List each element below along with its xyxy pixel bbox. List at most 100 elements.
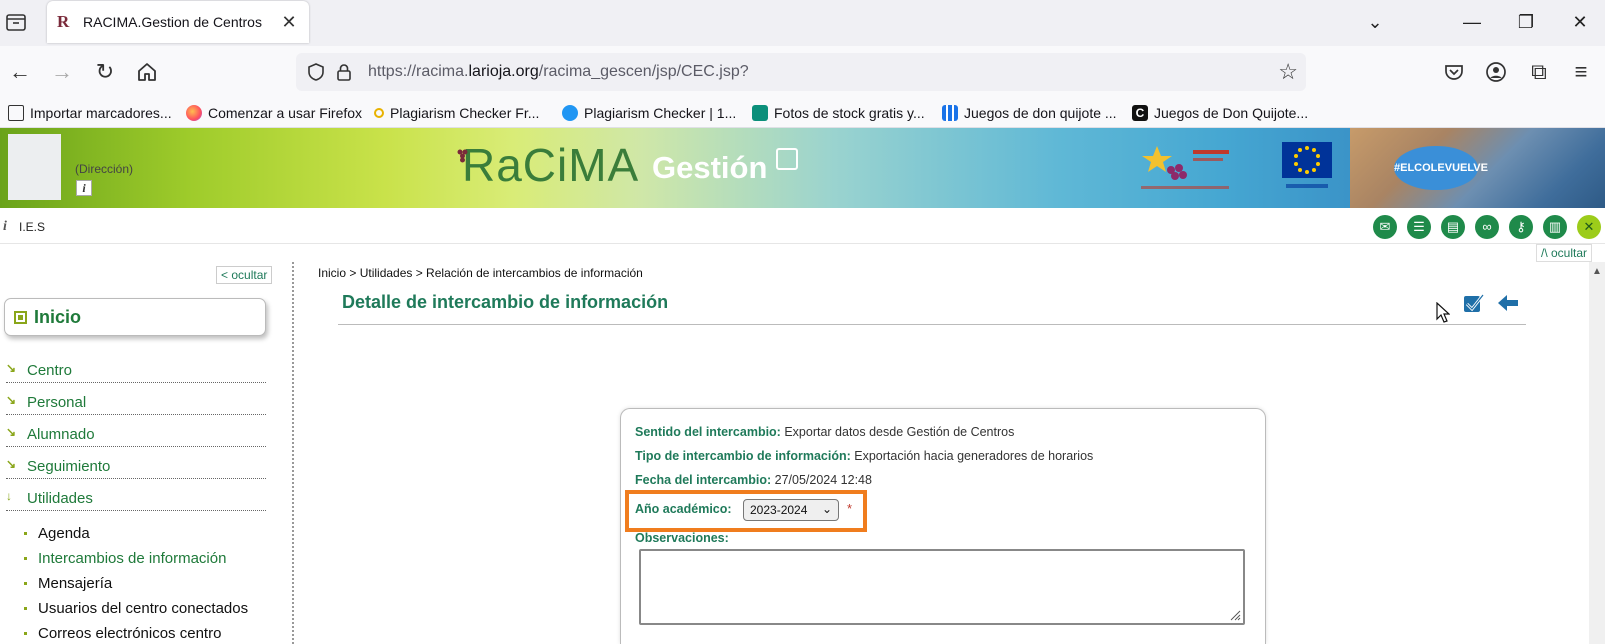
chevron-down-icon: ⌄ <box>821 502 832 516</box>
eu-flag-logo <box>1282 142 1332 188</box>
stock-photo-icon <box>752 105 768 121</box>
external-link-icon[interactable] <box>776 148 798 170</box>
detail-panel: Sentido del intercambio: Exportar datos … <box>620 408 1266 644</box>
sidebar-item-label: Alumnado <box>27 426 95 443</box>
firefox-icon <box>186 105 202 121</box>
bookmark-quijote-1[interactable]: Juegos de don quijote ... <box>942 103 1117 123</box>
grid-game-icon <box>942 105 958 121</box>
bookmark-quijote-2[interactable]: C Juegos de Don Quijote... <box>1132 103 1308 123</box>
user-photo <box>8 134 61 200</box>
tab-racima[interactable]: R RACIMA.Gestion de Centros ✕ <box>47 1 309 43</box>
tabs-dropdown-icon[interactable]: ⌄ <box>1361 9 1389 35</box>
mail-icon[interactable]: ✉ <box>1373 215 1397 239</box>
sidebar: < ocultar Inicio ↘ Centro ↘ Personal ↘ A… <box>0 260 292 644</box>
site-banner: (Dirección) i RaCiMA Gestión #ELCOLEVUEL… <box>0 128 1605 208</box>
ocultar-sidebar-link[interactable]: < ocultar <box>216 266 273 284</box>
sidebar-item-centro[interactable]: ↘ Centro <box>6 355 266 383</box>
centro-info-icon[interactable]: i <box>3 219 7 235</box>
sidebar-item-utilidades[interactable]: ↓ Utilidades <box>6 483 266 511</box>
menu-icon[interactable]: ≡ <box>1569 60 1593 84</box>
scroll-up-icon[interactable]: ▲ <box>1592 266 1602 277</box>
arrow-down-right-icon: ↘ <box>6 393 17 407</box>
restore-icon[interactable]: ❐ <box>1512 9 1540 35</box>
hashtag-badge: #ELCOLEVUELVE <box>1394 146 1488 190</box>
sidebar-inicio-label: Inicio <box>34 307 82 327</box>
account-icon[interactable] <box>1484 60 1508 84</box>
url-text[interactable]: https://racima.larioja.org/racima_gescen… <box>368 63 749 81</box>
info-icon[interactable]: i <box>76 180 92 196</box>
close-session-icon[interactable]: ✕ <box>1577 215 1601 239</box>
checker-icon <box>562 105 578 121</box>
dot-bullet-icon <box>24 607 27 610</box>
tipo-field: Tipo de intercambio de información: Expo… <box>635 449 1094 463</box>
required-star: * <box>847 501 853 516</box>
dot-bullet-icon <box>24 557 27 560</box>
tab-close-icon[interactable]: ✕ <box>279 12 299 33</box>
back-arrow-icon[interactable] <box>1496 293 1520 313</box>
browser-navbar: ← → ↻ https://racima.larioja.org/racima_… <box>0 46 1605 98</box>
observaciones-label: Observaciones: <box>635 531 729 545</box>
observaciones-textarea[interactable] <box>639 549 1245 625</box>
sidebar-item-alumnado[interactable]: ↘ Alumnado <box>6 419 266 447</box>
link-icon[interactable]: ∞ <box>1475 215 1499 239</box>
arrow-down-right-icon: ↘ <box>6 361 17 375</box>
back-icon[interactable]: ← <box>8 60 32 84</box>
reload-icon[interactable]: ↻ <box>93 60 117 84</box>
sidebar-divider <box>292 262 294 644</box>
url-bar[interactable]: https://racima.larioja.org/racima_gescen… <box>296 53 1306 91</box>
sentido-value: Exportar datos desde Gestión de Centros <box>784 425 1015 439</box>
bookmark-import[interactable]: Importar marcadores... <box>8 103 172 123</box>
resize-grip-icon[interactable] <box>1229 609 1241 621</box>
quijote-c-icon: C <box>1132 105 1148 121</box>
racima-favicon-icon: R <box>57 12 70 31</box>
page-scrollbar[interactable] <box>1589 262 1605 644</box>
tipo-value: Exportación hacia generadores de horario… <box>854 449 1094 463</box>
bookmarks-bar: Importar marcadores... Comenzar a usar F… <box>0 98 1605 128</box>
bookmark-fotos[interactable]: Fotos de stock gratis y... <box>752 103 925 123</box>
arrow-down-right-icon: ↘ <box>6 425 17 439</box>
extensions-icon[interactable]: ⧉ <box>1527 60 1551 84</box>
anio-selected-value: 2023-2024 <box>750 503 808 517</box>
tab-list-icon[interactable] <box>5 12 27 32</box>
book-icon[interactable]: ▥ <box>1543 215 1567 239</box>
sidebar-item-label: Utilidades <box>27 490 93 507</box>
home-icon[interactable] <box>135 60 159 84</box>
tab-title: RACIMA.Gestion de Centros <box>83 14 262 30</box>
pocket-icon[interactable] <box>1442 60 1466 84</box>
arrow-down-icon: ↓ <box>6 489 12 503</box>
list-icon[interactable]: ☰ <box>1407 215 1431 239</box>
minimize-icon[interactable]: — <box>1458 9 1486 35</box>
save-check-icon[interactable] <box>1462 292 1484 314</box>
sidebar-item-personal[interactable]: ↘ Personal <box>6 387 266 415</box>
fecha-value: 27/05/2024 12:48 <box>774 473 872 487</box>
anio-label: Año académico: <box>635 502 732 516</box>
page-title: Detalle de intercambio de información <box>342 292 669 312</box>
bookmark-plagiarism-2[interactable]: Plagiarism Checker | 1... <box>562 103 736 123</box>
info-bar: i I.E.S ✉ ☰ ▤ ∞ ⚷ ▥ ✕ <box>0 208 1605 244</box>
lock-icon[interactable] <box>334 62 354 82</box>
ocultar-top-link[interactable]: /\ ocultar <box>1536 244 1593 262</box>
bookmark-firefox[interactable]: Comenzar a usar Firefox <box>186 103 362 123</box>
grape-icon <box>457 149 468 163</box>
anio-academico-select[interactable]: 2023-2024 ⌄ <box>743 499 839 521</box>
key-icon[interactable]: ⚷ <box>1509 215 1533 239</box>
fecha-field: Fecha del intercambio: 27/05/2024 12:48 <box>635 473 872 487</box>
la-rioja-logo <box>1141 146 1229 189</box>
forward-icon[interactable]: → <box>50 60 74 84</box>
sidebar-item-seguimiento[interactable]: ↘ Seguimiento <box>6 451 266 479</box>
document-icon[interactable]: ▤ <box>1441 215 1465 239</box>
square-bullet-icon <box>14 311 27 324</box>
centro-name: I.E.S <box>19 220 46 234</box>
sidebar-item-label: Personal <box>27 394 87 411</box>
direccion-text: (Dirección) <box>75 162 134 176</box>
sidebar-inicio[interactable]: Inicio <box>4 298 266 336</box>
racima-logo: RaCiMA <box>457 138 639 192</box>
import-icon <box>8 105 24 121</box>
mouse-cursor-icon <box>1436 302 1450 323</box>
window-close-icon[interactable]: ✕ <box>1566 9 1594 35</box>
bookmark-star-icon[interactable]: ☆ <box>1278 59 1298 85</box>
bookmark-plagiarism-1[interactable]: Plagiarism Checker Fr... <box>374 103 539 123</box>
shield-icon[interactable] <box>306 62 326 82</box>
arrow-down-right-icon: ↘ <box>6 457 17 471</box>
sidebar-item-label: Centro <box>27 362 73 379</box>
